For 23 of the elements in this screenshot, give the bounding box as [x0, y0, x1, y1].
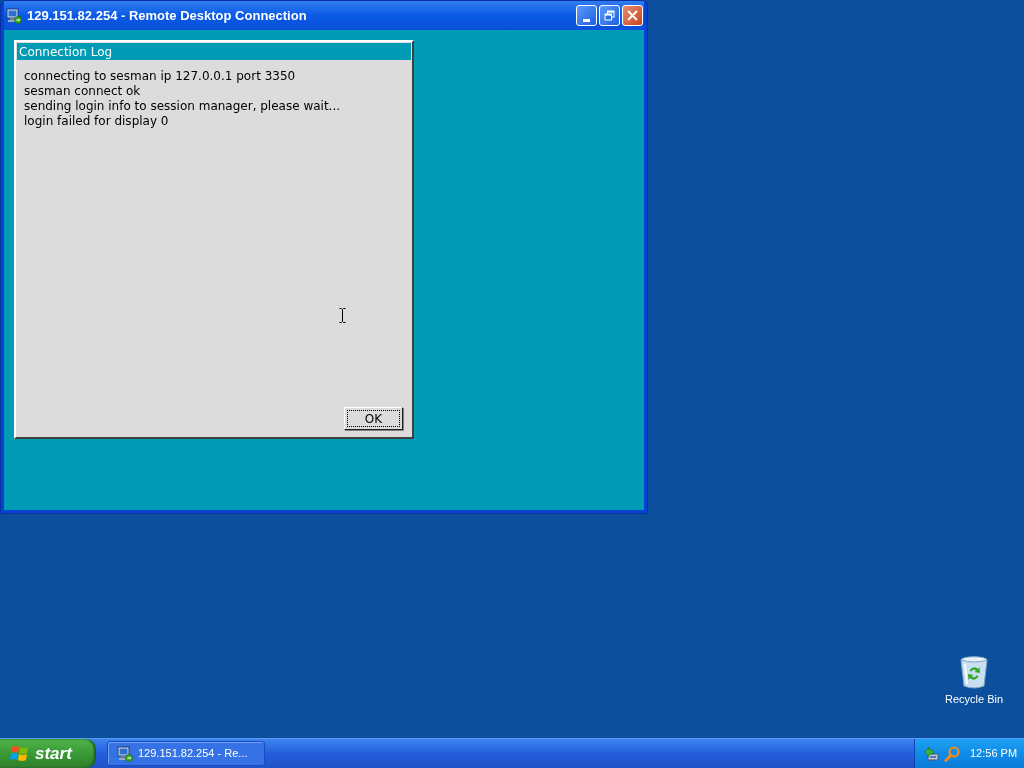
- network-icon[interactable]: [924, 745, 940, 762]
- restore-icon: [604, 10, 615, 21]
- computer-icon: [6, 7, 22, 24]
- close-button[interactable]: [622, 5, 643, 26]
- text-cursor-icon: [339, 308, 346, 323]
- recycle-bin-label[interactable]: Recycle Bin: [944, 693, 1004, 706]
- start-button[interactable]: start: [0, 739, 96, 768]
- computer-icon: [117, 745, 133, 762]
- clock[interactable]: 12:56 PM: [970, 748, 1018, 759]
- log-line: connecting to sesman ip 127.0.0.1 port 3350: [24, 69, 296, 84]
- minimize-icon: [583, 19, 590, 22]
- log-line: sesman connect ok: [24, 84, 141, 99]
- taskbar-window-button[interactable]: 129.151.82.254 - Re...: [107, 741, 265, 766]
- window-title: 129.151.82.254 - Remote Desktop Connection: [27, 6, 307, 25]
- log-line: sending login info to session manager, please wait...: [24, 99, 341, 114]
- log-line: login failed for display 0: [24, 114, 169, 129]
- dialog-title: Connection Log: [19, 45, 113, 58]
- close-icon: [627, 10, 638, 21]
- ok-button[interactable]: OK: [344, 407, 403, 430]
- restore-button[interactable]: [599, 5, 620, 26]
- flag-icon: [10, 744, 30, 763]
- minimize-button[interactable]: [576, 5, 597, 26]
- recycle-bin-icon[interactable]: [959, 656, 989, 689]
